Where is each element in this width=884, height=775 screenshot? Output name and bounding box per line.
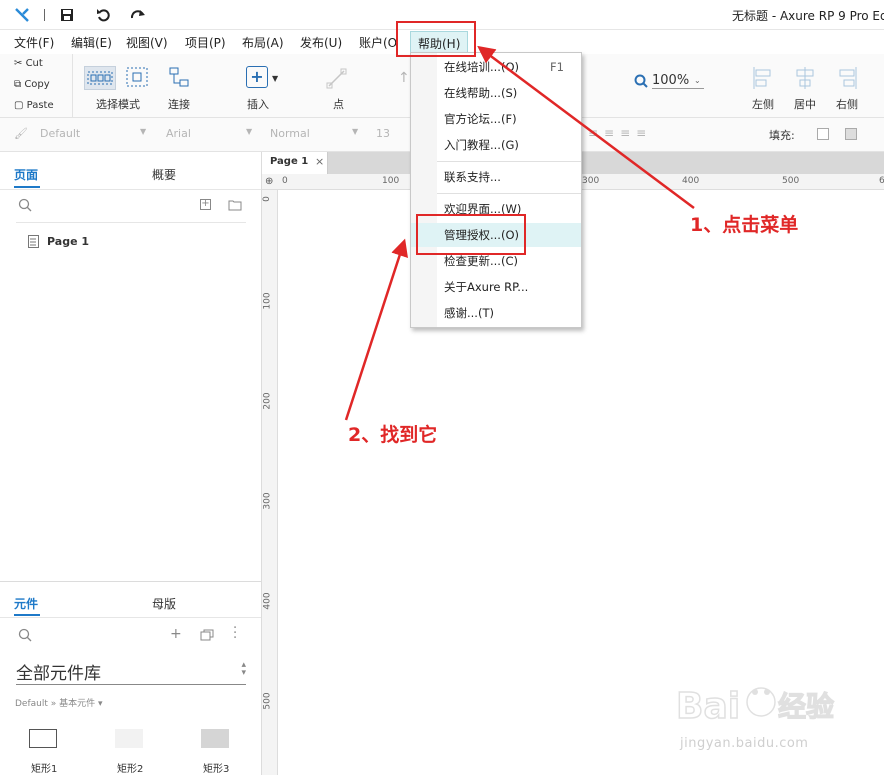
annotation-arrows	[344, 45, 695, 421]
annotation-step-2: 2、找到它	[348, 424, 438, 446]
watermark-url: jingyan.baidu.com	[680, 736, 809, 751]
arrow-to-license-item	[344, 238, 408, 421]
baidu-paw-icon: Bai 经验	[675, 685, 834, 728]
svg-text:Bai: Bai	[676, 686, 740, 724]
baidu-watermark-logo: Bai 经验	[675, 678, 838, 728]
annotation-step-1: 1、点击菜单	[690, 214, 799, 236]
svg-text:经验: 经验	[778, 690, 834, 723]
arrow-to-help-menu	[477, 45, 695, 210]
